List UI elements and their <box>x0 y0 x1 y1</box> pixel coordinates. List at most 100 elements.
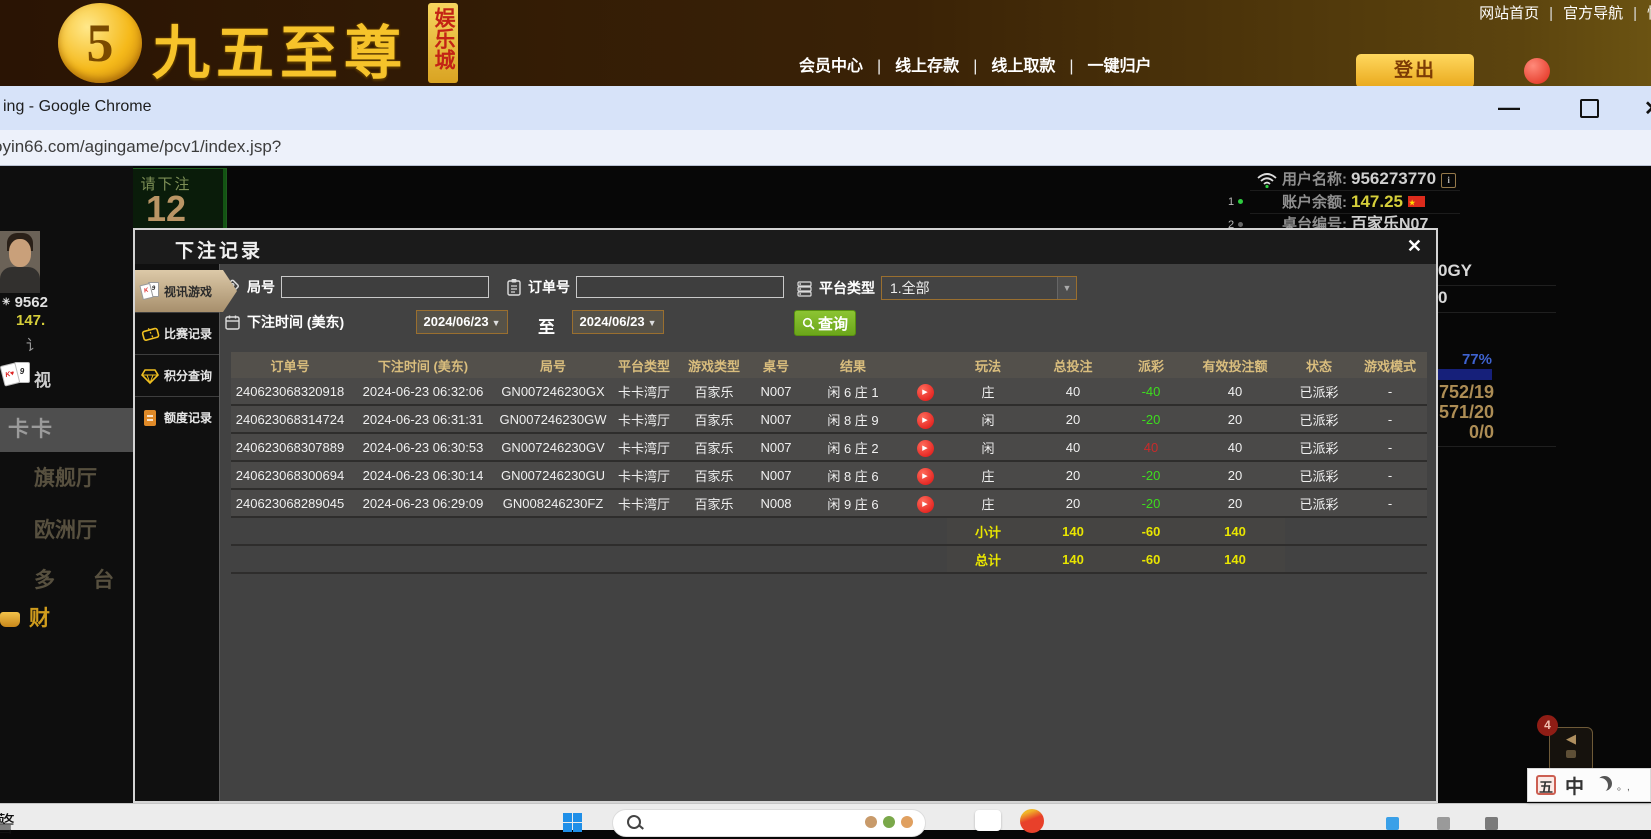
bet-records-table: 订单号 下注时间 (美东) 局号 平台类型 游戏类型 桌号 结果 玩法 总投注 … <box>231 352 1427 574</box>
search-button[interactable]: 查询 <box>794 310 856 336</box>
sidebar-item-match-records[interactable]: 比赛记录 <box>135 312 219 354</box>
col-header: 有效投注额 <box>1185 352 1285 378</box>
cell-game: 百家乐 <box>679 461 749 489</box>
cell-replay: ▶ <box>903 405 947 433</box>
search-highlight-icon <box>865 816 877 828</box>
moon-icon[interactable] <box>1593 778 1608 793</box>
hall-tab-current[interactable]: 卡卡 <box>0 408 133 452</box>
close-icon[interactable]: ✕ <box>1407 236 1422 257</box>
cell-status: 已派彩 <box>1285 433 1353 461</box>
link-withdraw[interactable]: 线上取款 <box>991 58 1055 75</box>
link-deposit[interactable]: 线上存款 <box>895 58 959 75</box>
ime-language-button[interactable]: 中 <box>1565 772 1584 799</box>
search-icon <box>627 815 641 829</box>
site-logo-coin: 5 <box>58 3 142 83</box>
cell-order: 240623068300694 <box>231 461 349 489</box>
round-filter-label: 局号 <box>247 277 275 297</box>
subtotal-valid: 140 <box>1185 517 1285 545</box>
date-to-select[interactable]: 2024/06/23▼ <box>572 310 664 334</box>
sidebar-item-label: 比赛记录 <box>164 325 212 342</box>
clipboard-icon <box>506 278 522 296</box>
cell-valid: 20 <box>1185 489 1285 517</box>
collapse-panel-tab[interactable]: ◀ <box>1549 727 1593 773</box>
user-info-panel: 用户名称:956273770i 1 账户余额:147.25 2 桌台编号:百家乐… <box>1250 168 1460 236</box>
window-title: ing - Google Chrome <box>3 98 152 116</box>
partial-amount: 0 <box>1438 288 1558 310</box>
chevron-down-icon: ▼ <box>648 318 657 328</box>
close-window-button[interactable]: ✕ <box>1644 96 1651 121</box>
play-icon[interactable]: ▶ <box>917 440 934 457</box>
percentage-bar <box>1438 369 1492 380</box>
taskbar-tray-icon[interactable] <box>1485 817 1498 830</box>
platform-select[interactable]: 1.全部 ▼ <box>881 276 1077 300</box>
cell-total: 40 <box>1029 378 1117 405</box>
order-input[interactable] <box>576 276 784 298</box>
taskbar-app-icon[interactable] <box>975 810 1001 831</box>
hall-tab-flagship[interactable]: 旗舰厅 <box>34 462 97 492</box>
link-quick[interactable]: 快 <box>1647 5 1651 22</box>
hall-tab-multi[interactable]: 多台 <box>34 564 114 594</box>
link-member-center[interactable]: 会员中心 <box>799 58 863 75</box>
search-highlight-icon <box>901 816 913 828</box>
site-banner: 5 九五至尊 娱乐城 网站首页|官方导航|快 会员中心|线上存款|线上取款|一键… <box>0 0 1651 86</box>
cell-status: 已派彩 <box>1285 378 1353 405</box>
link-nav[interactable]: 官方导航 <box>1563 5 1623 22</box>
ime-wubi-button[interactable]: 五 <box>1536 775 1556 795</box>
table-row: 240623068307889 2024-06-23 06:30:53 GN00… <box>231 433 1427 461</box>
cell-total: 40 <box>1029 433 1117 461</box>
play-icon[interactable]: ▶ <box>917 468 934 485</box>
link-one-key[interactable]: 一键归户 <box>1088 58 1152 75</box>
logout-button[interactable]: 登出 <box>1356 54 1474 88</box>
stat-ratio-1: 752/19 <box>1438 382 1494 402</box>
subtotal-payout: -60 <box>1117 517 1185 545</box>
sidebar-item-points-query[interactable]: 积分查询 <box>135 354 219 396</box>
cell-order: 240623068289045 <box>231 489 349 517</box>
taskbar: 警 <box>0 803 1651 830</box>
windows-start-button[interactable] <box>563 813 582 832</box>
play-icon[interactable]: ▶ <box>917 496 934 513</box>
sidebar-item-label: 额度记录 <box>164 409 212 426</box>
ime-punctuation-button[interactable]: 。, <box>1617 778 1630 793</box>
window-titlebar[interactable]: ing - Google Chrome — ✕ <box>0 86 1651 131</box>
cell-total: 20 <box>1029 461 1117 489</box>
taskbar-tray-icon[interactable] <box>1437 817 1450 830</box>
col-header: 局号 <box>497 352 609 378</box>
right-stats-panel: 0GY 0 77% 752/19 571/20 0/0 <box>1438 261 1558 449</box>
taskbar-tray-icon[interactable] <box>1386 817 1399 830</box>
cell-replay: ▶ <box>903 489 947 517</box>
cell-round: GN008246230FZ <box>497 489 609 517</box>
taskbar-app-icon[interactable] <box>1020 809 1044 833</box>
maximize-button[interactable] <box>1580 99 1599 118</box>
sidebar-item-quota-records[interactable]: 额度记录 <box>135 396 219 438</box>
cell-time: 2024-06-23 06:30:53 <box>349 433 497 461</box>
cell-time: 2024-06-23 06:30:14 <box>349 461 497 489</box>
cell-status: 已派彩 <box>1285 489 1353 517</box>
cell-table-no: N008 <box>749 489 803 517</box>
info-icon[interactable]: i <box>1441 173 1456 188</box>
cell-status: 已派彩 <box>1285 405 1353 433</box>
grand-total-valid: 140 <box>1185 545 1285 573</box>
round-input[interactable] <box>281 276 489 298</box>
cell-valid: 20 <box>1185 461 1285 489</box>
cell-platform: 卡卡湾厅 <box>609 489 679 517</box>
cell-platform: 卡卡湾厅 <box>609 461 679 489</box>
grand-total-label: 总计 <box>947 545 1029 573</box>
url-bar[interactable]: oyin66.com/agingame/pcv1/index.jsp? <box>0 130 1651 166</box>
service-icon[interactable] <box>1524 58 1550 84</box>
cell-status: 已派彩 <box>1285 461 1353 489</box>
sidebar-item-video-games[interactable]: 视讯游戏 <box>135 270 237 312</box>
play-icon[interactable]: ▶ <box>917 412 934 429</box>
cell-replay: ▶ <box>903 433 947 461</box>
finance-tab[interactable]: 财 <box>0 602 50 632</box>
subtotal-label: 小计 <box>947 517 1029 545</box>
date-from-select[interactable]: 2024/06/23▼ <box>416 310 508 334</box>
cell-replay: ▶ <box>903 378 947 405</box>
cell-total: 20 <box>1029 489 1117 517</box>
order-filter: 订单号 <box>506 276 784 298</box>
cell-valid: 40 <box>1185 378 1285 405</box>
minimize-button[interactable]: — <box>1498 106 1524 110</box>
play-icon[interactable]: ▶ <box>917 384 934 401</box>
taskbar-search[interactable] <box>612 809 926 837</box>
hall-tab-europe[interactable]: 欧洲厅 <box>34 514 97 544</box>
link-home[interactable]: 网站首页 <box>1479 5 1539 22</box>
